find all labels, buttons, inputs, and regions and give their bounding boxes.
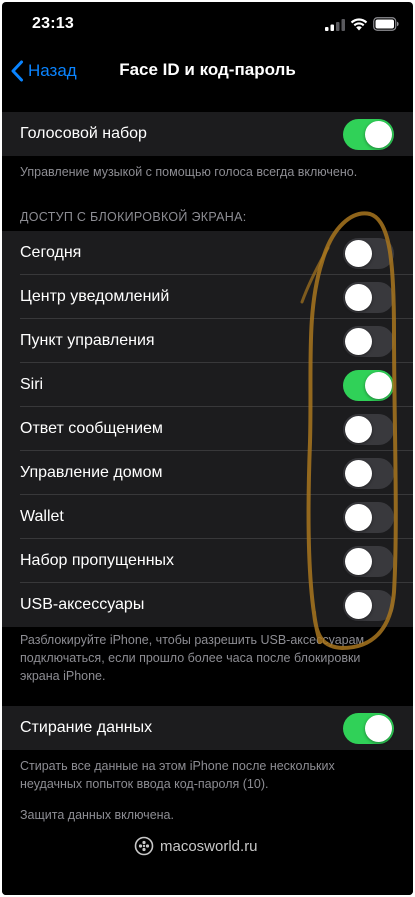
usb-accessories-footer: Разблокируйте iPhone, чтобы разрешить US… [20, 633, 365, 683]
lock-access-row-wallet[interactable]: Wallet [2, 495, 413, 539]
status-time: 23:13 [32, 15, 74, 32]
lock-access-row-siri[interactable]: Siri [2, 363, 413, 407]
toggle-knob [345, 284, 372, 311]
status-bar: 23:13 [2, 2, 413, 46]
settings-content[interactable]: Голосовой набор Управление музыкой с пом… [2, 96, 413, 895]
erase-data-group: Стирание данных [2, 706, 413, 750]
notification-center-toggle[interactable] [343, 282, 394, 313]
row-label: Набор пропущенных [20, 552, 175, 569]
erase-data-toggle[interactable] [343, 713, 394, 744]
lock-access-row-today[interactable]: Сегодня [2, 231, 413, 275]
control-center-toggle[interactable] [343, 326, 394, 357]
row-label: USB-аксессуары [20, 596, 145, 613]
lock-access-row-return-missed-calls[interactable]: Набор пропущенных [2, 539, 413, 583]
row-label: Сегодня [20, 244, 82, 261]
row-label: Управление домом [20, 464, 163, 481]
wifi-icon [350, 18, 368, 31]
lock-screen-access-header: ДОСТУП С БЛОКИРОВКОЙ ЭКРАНА: [20, 210, 247, 224]
toggle-knob [345, 548, 372, 575]
return-missed-calls-toggle[interactable] [343, 546, 394, 577]
row-label: Siri [20, 376, 44, 393]
lock-access-row-notification-center[interactable]: Центр уведомлений [2, 275, 413, 319]
data-protection-status: Защита данных включена. [20, 808, 174, 822]
erase-data-label: Стирание данных [20, 719, 153, 736]
row-label: Wallet [20, 508, 64, 525]
row-label: Центр уведомлений [20, 288, 170, 305]
voice-dial-label: Голосовой набор [20, 125, 147, 142]
page-title: Face ID и код-пароль [119, 60, 296, 79]
phone-screen: 23:13 Назад Face ID и код-пароль Голосов… [2, 2, 413, 895]
row-label: Пункт управления [20, 332, 155, 349]
toggle-knob [345, 416, 372, 443]
voice-dial-toggle[interactable] [343, 119, 394, 150]
macosworld-logo-icon [134, 836, 154, 856]
toggle-knob [345, 592, 372, 619]
navigation-bar: Назад Face ID и код-пароль [2, 46, 413, 96]
voice-dial-group: Голосовой набор [2, 112, 413, 156]
lock-access-row-home-control[interactable]: Управление домом [2, 451, 413, 495]
toggle-knob [365, 121, 392, 148]
toggle-knob [345, 240, 372, 267]
usb-accessories-toggle[interactable] [343, 590, 394, 621]
home-control-toggle[interactable] [343, 458, 394, 489]
voice-dial-row[interactable]: Голосовой набор [2, 112, 413, 156]
toggle-knob [345, 504, 372, 531]
toggle-knob [345, 328, 372, 355]
erase-data-footer: Стирать все данные на этом iPhone после … [20, 759, 335, 791]
voice-dial-footer: Управление музыкой с помощью голоса всег… [20, 165, 358, 179]
watermark-text: macosworld.ru [160, 837, 258, 855]
lock-screen-access-group: Сегодня Центр уведомлений Пункт управлен… [2, 231, 413, 627]
row-label: Ответ сообщением [20, 420, 163, 437]
today-toggle[interactable] [343, 238, 394, 269]
battery-icon [373, 17, 399, 31]
siri-toggle[interactable] [343, 370, 394, 401]
reply-with-message-toggle[interactable] [343, 414, 394, 445]
toggle-knob [345, 460, 372, 487]
lock-access-row-control-center[interactable]: Пункт управления [2, 319, 413, 363]
toggle-knob [365, 715, 392, 742]
lock-access-row-usb-accessories[interactable]: USB-аксессуары [2, 583, 413, 627]
lock-access-row-reply-with-message[interactable]: Ответ сообщением [2, 407, 413, 451]
toggle-knob [365, 372, 392, 399]
erase-data-row[interactable]: Стирание данных [2, 706, 413, 750]
watermark: macosworld.ru [134, 836, 258, 856]
wallet-toggle[interactable] [343, 502, 394, 533]
cellular-signal-icon [325, 19, 345, 31]
